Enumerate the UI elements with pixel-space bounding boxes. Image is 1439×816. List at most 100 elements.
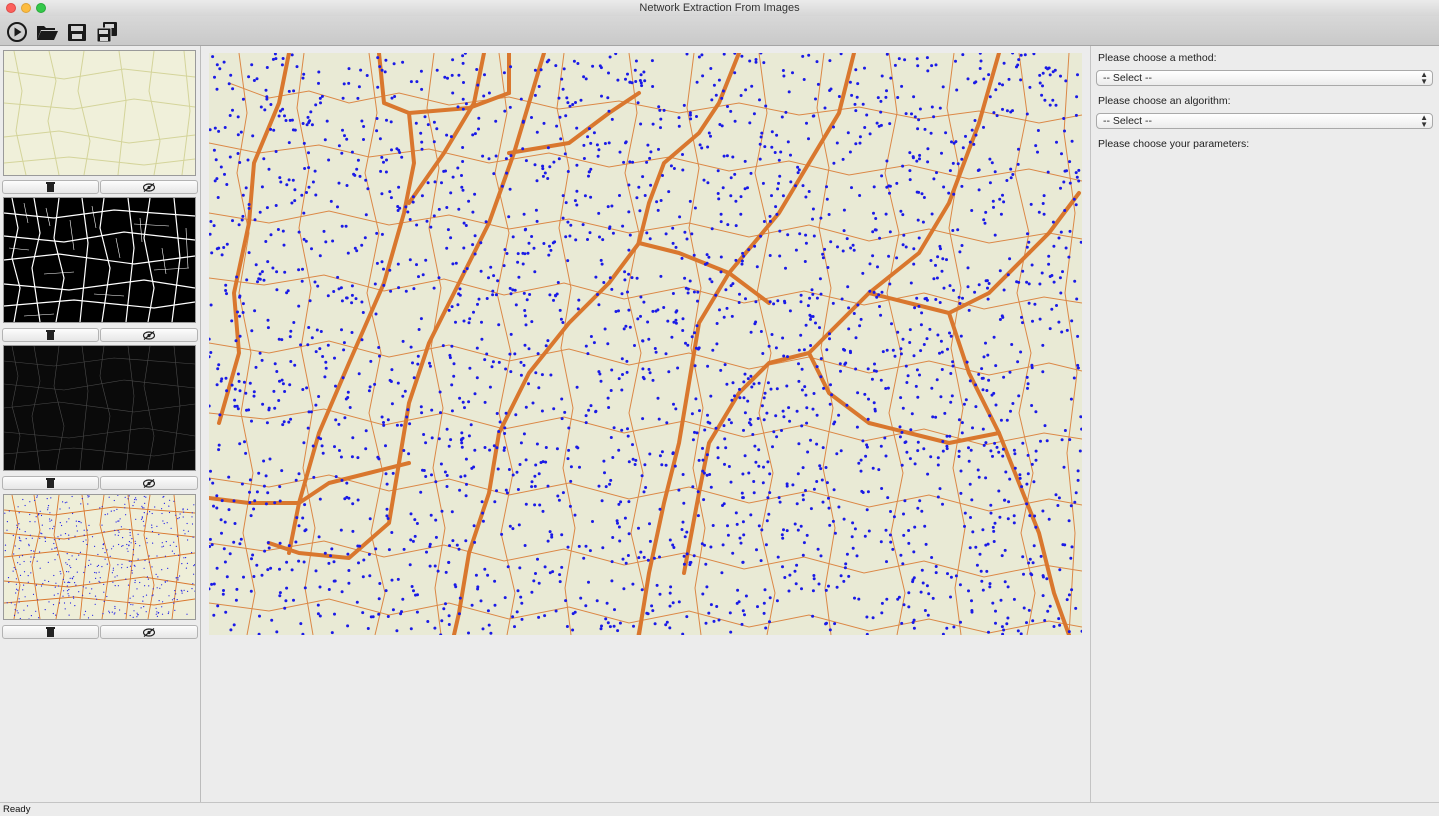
network-node [68, 595, 70, 597]
network-node [360, 338, 364, 342]
network-node [938, 487, 942, 491]
network-node [481, 627, 485, 631]
delete-layer-button[interactable] [2, 625, 99, 639]
network-node [708, 473, 712, 476]
network-node [566, 259, 570, 263]
network-node [918, 153, 922, 157]
open-button[interactable] [35, 19, 59, 43]
network-node [1003, 548, 1007, 552]
save-button[interactable] [65, 19, 89, 43]
network-node [1028, 557, 1032, 561]
toggle-visibility-button[interactable] [100, 180, 198, 194]
network-node [594, 410, 598, 414]
network-node [1076, 73, 1079, 77]
network-node [879, 110, 883, 114]
network-node [267, 408, 271, 412]
layer-thumbnail-skeleton[interactable] [3, 345, 196, 471]
network-node [500, 184, 504, 188]
close-window-button[interactable] [6, 3, 16, 13]
network-node [378, 582, 382, 585]
network-node [1020, 315, 1023, 319]
layer-thumbnail-binary[interactable] [3, 197, 196, 323]
network-node [811, 292, 815, 296]
network-node [904, 440, 908, 444]
network-node [463, 406, 466, 410]
network-node [705, 253, 709, 257]
network-node [643, 463, 647, 467]
network-node [134, 581, 136, 584]
toggle-visibility-button[interactable] [100, 476, 198, 490]
network-node [408, 563, 412, 567]
run-button[interactable] [5, 19, 29, 43]
parameter-panel: Please choose a method: -- Select -- ▲ ▼ … [1090, 46, 1439, 802]
network-node [444, 602, 447, 606]
network-node [413, 534, 417, 538]
network-node [530, 480, 534, 484]
delete-layer-button[interactable] [2, 476, 99, 490]
minimize-window-button[interactable] [21, 3, 31, 13]
network-node [1067, 593, 1071, 597]
delete-layer-button[interactable] [2, 328, 99, 342]
network-node [112, 581, 114, 583]
network-node [778, 174, 782, 178]
network-node [939, 339, 943, 343]
network-node [620, 388, 624, 392]
network-node [132, 604, 134, 606]
network-node [653, 622, 657, 626]
network-node [238, 294, 242, 298]
network-node [222, 246, 226, 249]
network-node [450, 73, 454, 77]
network-node [241, 193, 245, 197]
network-node [365, 74, 369, 77]
network-node [84, 566, 86, 568]
network-node [315, 328, 319, 332]
network-node [775, 387, 779, 391]
network-node [343, 416, 347, 420]
network-node [600, 499, 604, 503]
algorithm-select[interactable]: -- Select -- ▲ ▼ [1096, 113, 1433, 129]
network-node [907, 529, 911, 532]
network-node [609, 389, 613, 392]
network-node [52, 528, 54, 530]
network-node [846, 285, 850, 289]
network-node [356, 544, 360, 548]
network-node [980, 579, 984, 583]
network-node [390, 578, 394, 582]
network-node [157, 576, 159, 578]
network-node [968, 482, 972, 486]
network-node [1068, 229, 1072, 233]
network-node [654, 309, 658, 313]
network-node [986, 353, 990, 357]
toggle-visibility-button[interactable] [100, 625, 198, 639]
network-node [161, 584, 163, 586]
save-all-button[interactable] [95, 19, 119, 43]
network-node [855, 554, 859, 558]
toggle-visibility-button[interactable] [100, 328, 198, 342]
network-node [821, 252, 825, 256]
network-node [68, 571, 70, 573]
layer-thumbnail-network[interactable] [3, 494, 196, 620]
network-node [340, 328, 343, 332]
network-node [631, 160, 635, 164]
zoom-window-button[interactable] [36, 3, 46, 13]
network-node [355, 249, 359, 253]
network-node [881, 350, 885, 354]
network-node [269, 103, 273, 106]
network-node [989, 503, 993, 507]
network-node [464, 494, 468, 498]
network-node [744, 594, 748, 598]
network-node [175, 593, 177, 595]
network-node [591, 520, 594, 523]
network-node [155, 607, 157, 609]
network-node [931, 596, 935, 600]
delete-layer-button[interactable] [2, 180, 99, 194]
network-node [1017, 147, 1020, 151]
network-node [114, 529, 116, 531]
network-node [61, 524, 63, 527]
layer-thumbnail-original[interactable] [3, 50, 196, 176]
network-extraction-image[interactable] [209, 53, 1082, 635]
method-select[interactable]: -- Select -- ▲ ▼ [1096, 70, 1433, 86]
network-node [709, 485, 713, 489]
network-node [141, 517, 143, 519]
network-node [477, 297, 481, 301]
